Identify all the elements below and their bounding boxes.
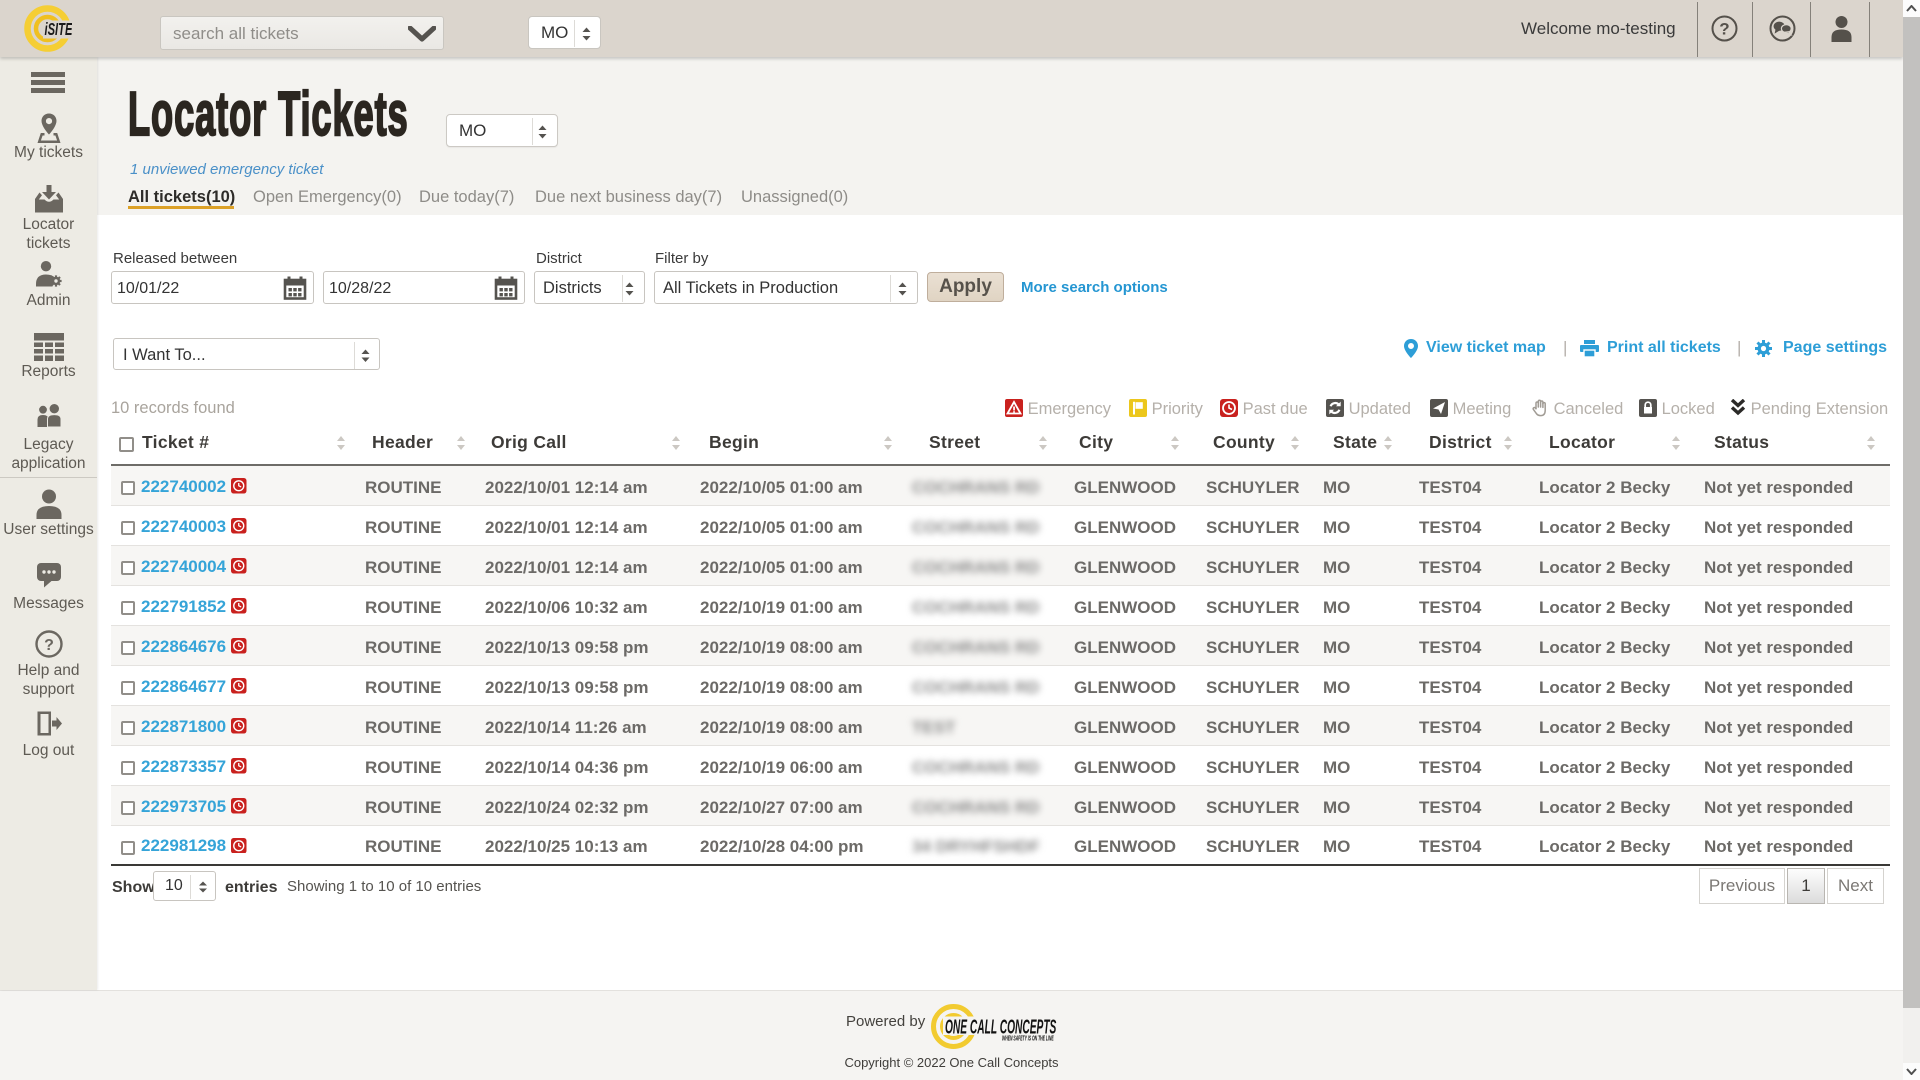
svg-text:WHEN SAFETY IS ON THE LINE: WHEN SAFETY IS ON THE LINE: [1002, 1035, 1054, 1043]
svg-text:?: ?: [44, 637, 54, 654]
svg-text:iSITE: iSITE: [45, 19, 73, 39]
svg-text:?: ?: [1719, 20, 1729, 39]
